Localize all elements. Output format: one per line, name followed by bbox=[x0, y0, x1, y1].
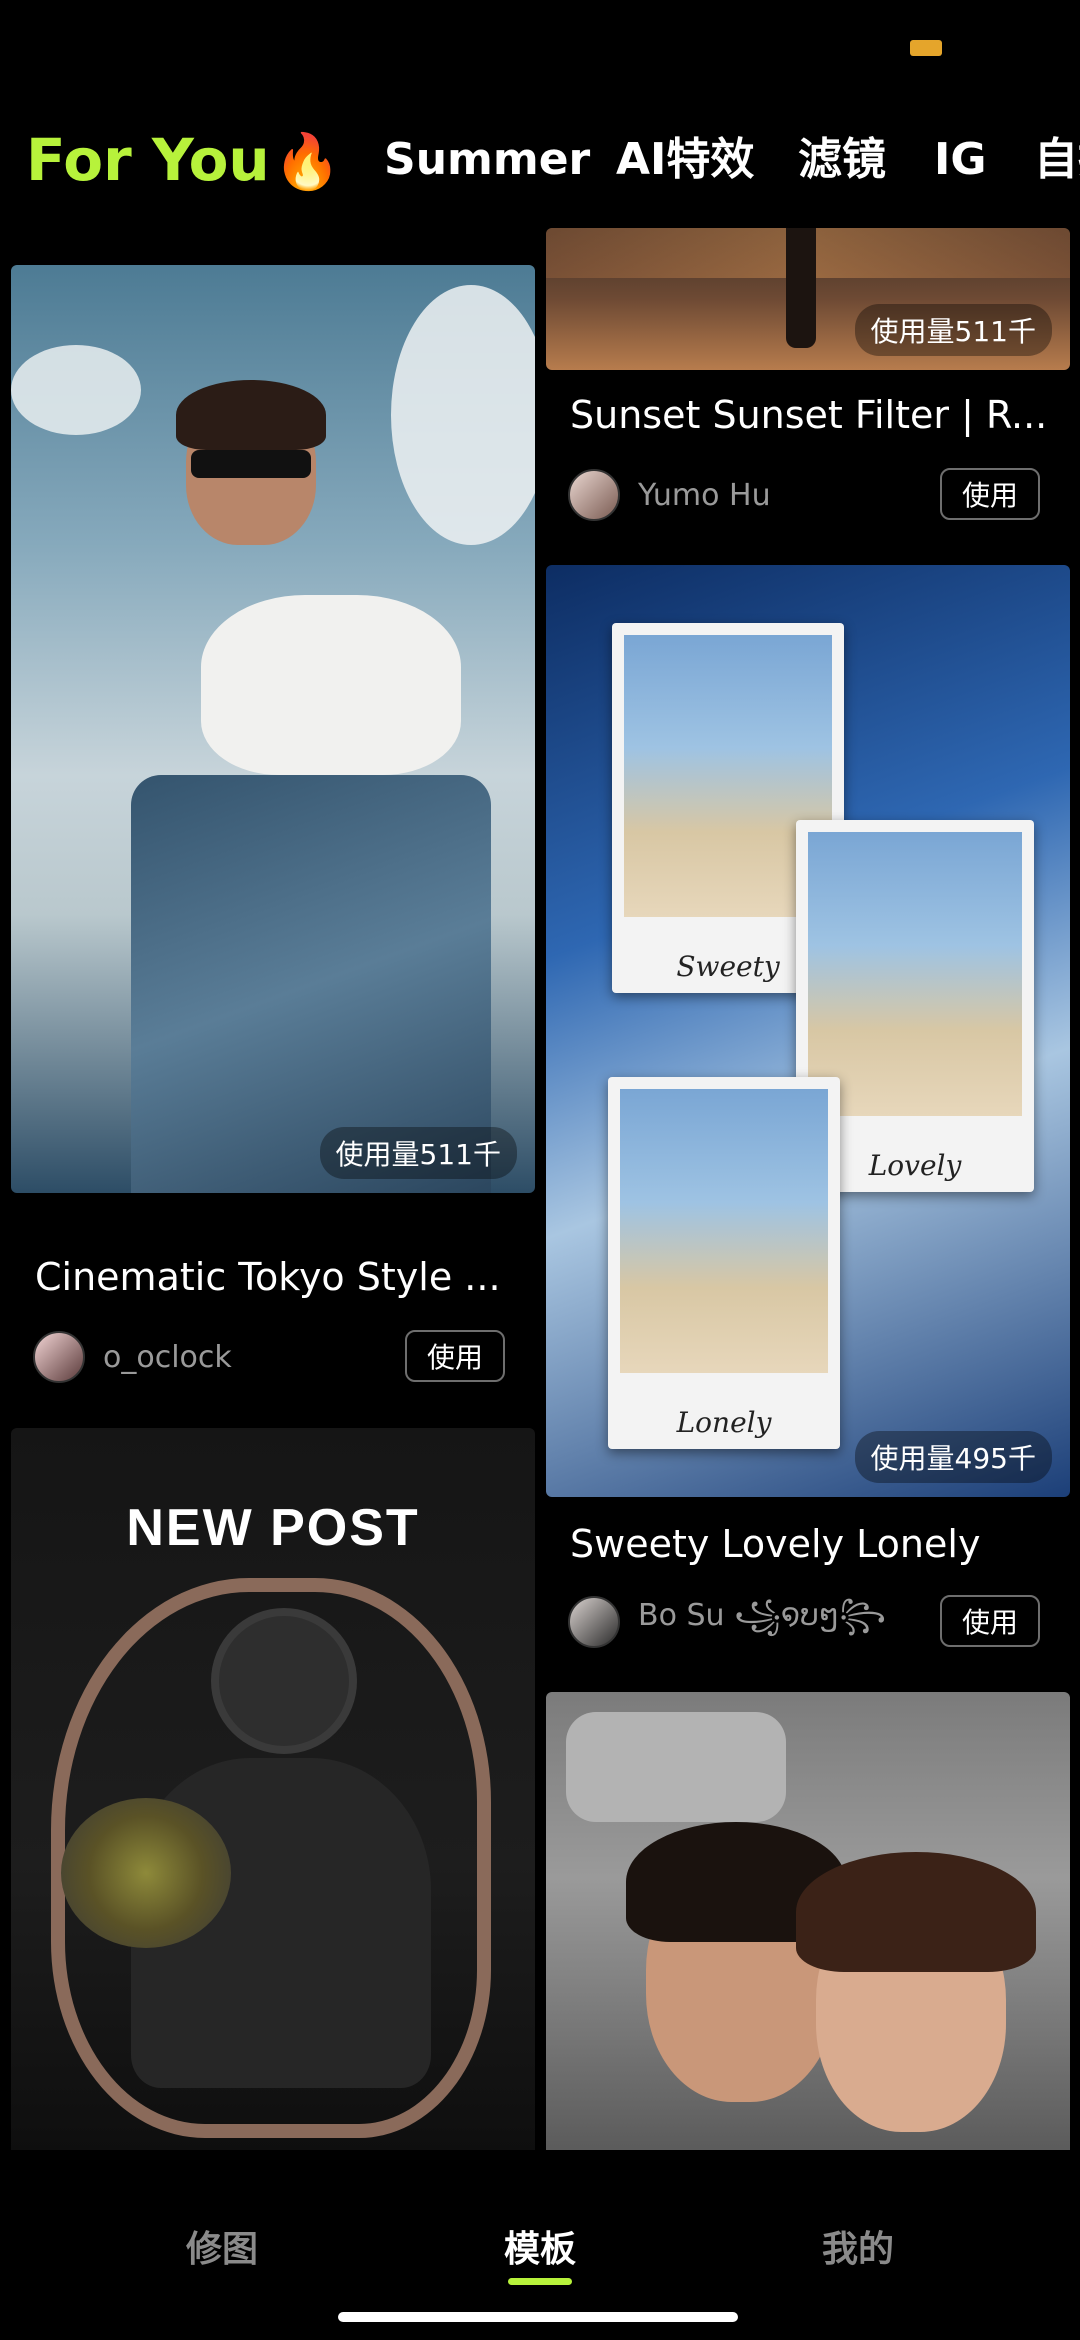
template-card-cinematic[interactable]: 使用量511千 Cinematic Tokyo Style ... o_oclo… bbox=[11, 265, 535, 1395]
use-template-button[interactable]: 使用 bbox=[940, 1595, 1040, 1647]
template-thumbnail[interactable]: 使用量511千 bbox=[546, 228, 1070, 370]
tab-summer[interactable]: Summer bbox=[384, 110, 590, 210]
home-indicator[interactable] bbox=[338, 2312, 738, 2322]
template-author[interactable]: o_oclock bbox=[33, 1330, 232, 1384]
polaroid-caption: Lonely bbox=[676, 1406, 772, 1439]
template-title: Cinematic Tokyo Style ... bbox=[35, 1255, 501, 1299]
template-author[interactable]: Bo Su ꧁໑ບໆ꧂ bbox=[568, 1595, 886, 1649]
tab-label: Summer bbox=[384, 134, 591, 185]
usage-count: 使用量511千 bbox=[854, 304, 1052, 356]
tab-label: 自拍 bbox=[1034, 134, 1080, 185]
tab-label: For You bbox=[26, 126, 270, 194]
author-name: Yumo Hu bbox=[638, 477, 771, 513]
tab-for-you[interactable]: For You🔥 bbox=[26, 110, 341, 210]
template-card-new-post[interactable]: NEW POST bbox=[11, 1428, 535, 2156]
usage-count: 使用量495千 bbox=[854, 1431, 1052, 1483]
template-author[interactable]: Yumo Hu bbox=[568, 468, 771, 522]
tab-ai-effects[interactable]: AI特效 bbox=[616, 110, 754, 210]
nav-me[interactable]: 我的 bbox=[822, 2220, 894, 2272]
use-template-button[interactable]: 使用 bbox=[940, 468, 1040, 520]
template-card-sunset[interactable]: 使用量511千 Sunset Sunset Filter | R... Yumo… bbox=[546, 228, 1070, 528]
new-post-overlay: NEW POST bbox=[126, 1499, 420, 1557]
avatar bbox=[33, 1331, 85, 1383]
tab-selfie[interactable]: 自拍 bbox=[1034, 110, 1080, 210]
avatar bbox=[568, 469, 620, 521]
category-tabs: For You🔥 Summer AI特效 滤镜 IG 自拍 bbox=[0, 110, 1080, 210]
polaroid-photo: Lonely bbox=[608, 1077, 840, 1449]
active-tab-indicator bbox=[508, 2278, 572, 2285]
tab-ig[interactable]: IG bbox=[934, 110, 987, 210]
nav-templates[interactable]: 模板 bbox=[504, 2220, 576, 2272]
template-thumbnail[interactable]: NEW POST bbox=[11, 1428, 535, 2156]
nav-retouch[interactable]: 修图 bbox=[186, 2220, 258, 2272]
tab-label: IG bbox=[934, 134, 987, 185]
template-card-sweety-lovely-lonely[interactable]: Sweety Lovely Lonely 使用量495千 Sweety Love… bbox=[546, 565, 1070, 1665]
template-thumbnail[interactable]: Sweety Lovely Lonely 使用量495千 bbox=[546, 565, 1070, 1497]
author-name: Bo Su ꧁໑ບໆ꧂ bbox=[638, 1597, 886, 1633]
tab-label: AI特效 bbox=[616, 134, 755, 185]
fire-icon: 🔥 bbox=[273, 130, 341, 193]
template-thumbnail[interactable] bbox=[546, 1692, 1070, 2156]
tab-label: 滤镜 bbox=[798, 134, 886, 185]
status-indicator bbox=[910, 40, 942, 56]
tab-filters[interactable]: 滤镜 bbox=[798, 110, 886, 210]
author-name: o_oclock bbox=[103, 1339, 232, 1375]
template-card-couple[interactable] bbox=[546, 1692, 1070, 2156]
template-title: Sunset Sunset Filter | R... bbox=[570, 393, 1048, 437]
use-template-button[interactable]: 使用 bbox=[405, 1330, 505, 1382]
template-title: Sweety Lovely Lonely bbox=[570, 1522, 981, 1566]
avatar bbox=[568, 1596, 620, 1648]
bottom-navigation: 修图 模板 我的 bbox=[0, 2150, 1080, 2340]
usage-count: 使用量511千 bbox=[319, 1127, 517, 1179]
template-thumbnail[interactable]: 使用量511千 bbox=[11, 265, 535, 1193]
